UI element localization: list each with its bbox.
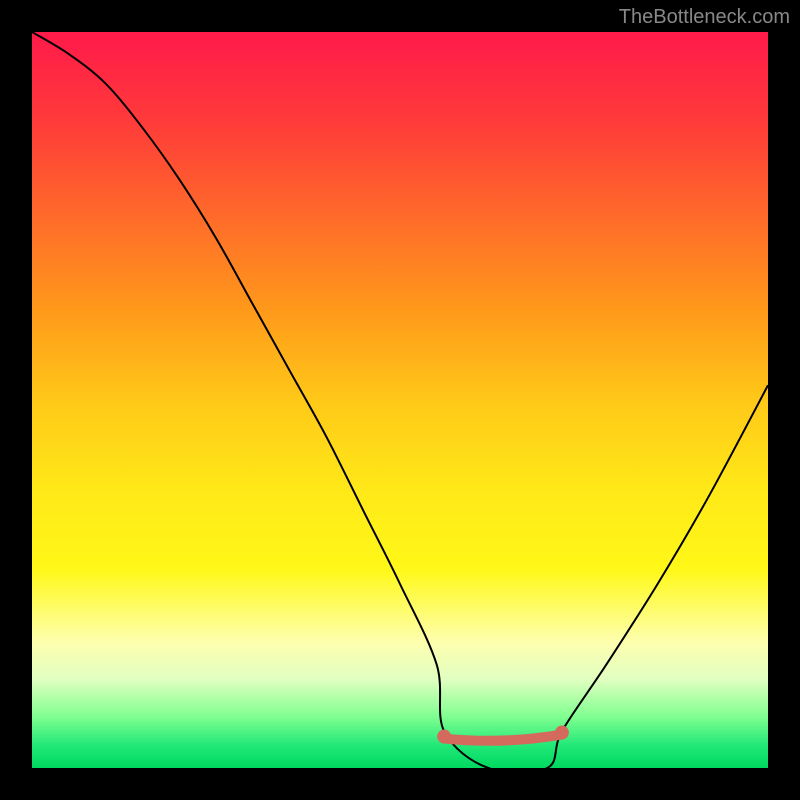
highlight-segment: [444, 735, 562, 741]
attribution-text: TheBottleneck.com: [619, 6, 790, 29]
highlight-dot-right: [555, 726, 569, 740]
highlight-dot-left: [437, 730, 451, 744]
chart-plot-area: [32, 32, 768, 768]
chart-svg: [32, 32, 768, 768]
bottleneck-curve-path: [32, 32, 768, 768]
